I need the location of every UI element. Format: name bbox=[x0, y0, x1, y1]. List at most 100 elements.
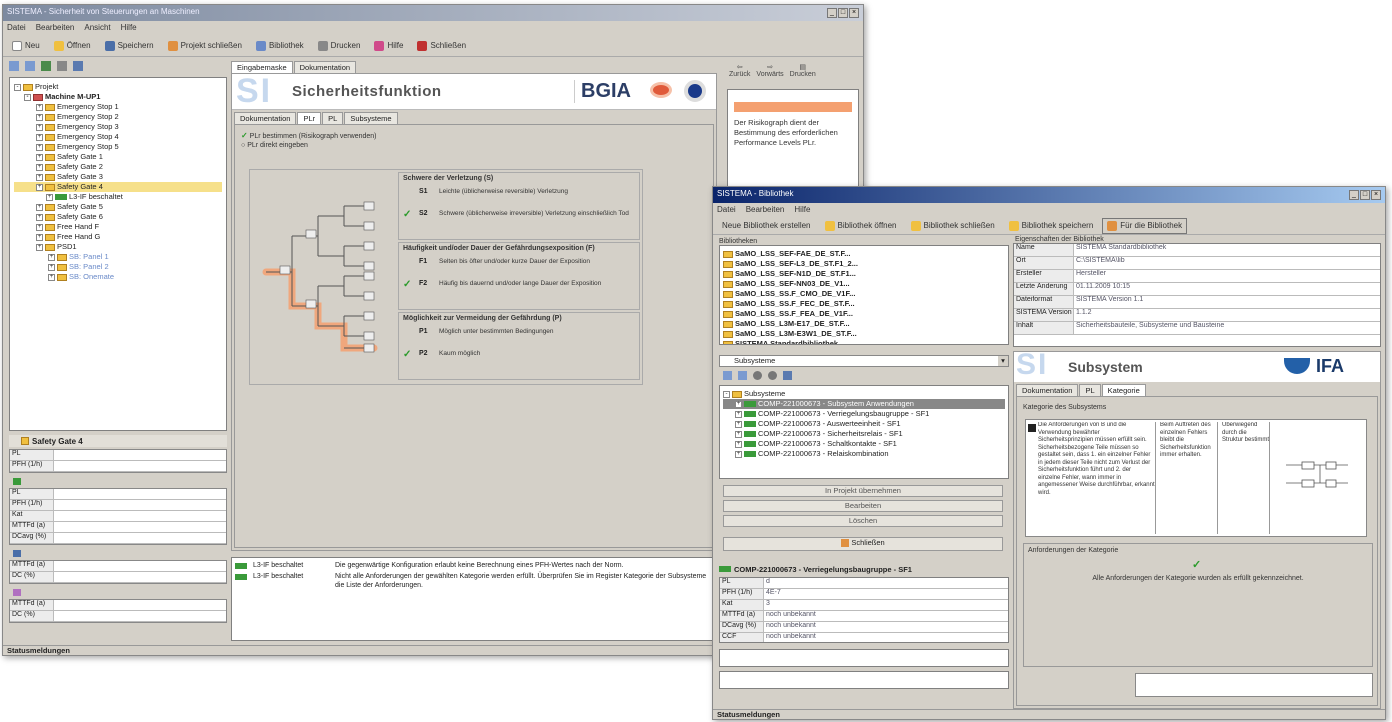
lib-expand-icon[interactable] bbox=[723, 371, 732, 380]
tree-machine[interactable]: - Machine M-UP1 bbox=[14, 92, 222, 102]
forward-button[interactable]: ⇨ Vorwärts bbox=[756, 63, 783, 83]
property-row[interactable]: SISTEMA Version 1.1.2 bbox=[1014, 309, 1380, 322]
field-row[interactable]: PL bbox=[10, 450, 226, 461]
detail-row[interactable]: PFH (1/h) 4E-7 bbox=[720, 589, 1008, 600]
lib-refresh-icon[interactable] bbox=[783, 371, 792, 380]
message-row[interactable]: L3-IF beschaltet Nicht alle Anforderungen… bbox=[235, 572, 713, 590]
subsystem-tree-root[interactable]: - Subsysteme bbox=[723, 389, 1005, 399]
new-button[interactable]: Neu bbox=[7, 38, 45, 54]
field-row[interactable]: PFH (1/h) bbox=[10, 500, 226, 511]
apply-to-project-button[interactable]: In Projekt übernehmen bbox=[723, 485, 1003, 497]
collapse-icon[interactable] bbox=[25, 61, 35, 71]
field-row[interactable]: Kat bbox=[10, 511, 226, 522]
tree-item[interactable]: + Safety Gate 1 bbox=[14, 152, 222, 162]
tree-item[interactable]: + Emergency Stop 4 bbox=[14, 132, 222, 142]
field-row[interactable]: PL bbox=[10, 489, 226, 500]
subsystem-item[interactable]: + COMP-221000673 - Sicherheitsrelais - SF… bbox=[723, 429, 1005, 439]
detail-row[interactable]: CCF noch unbekannt bbox=[720, 633, 1008, 642]
subsystem-tab-documentation[interactable]: Dokumentation bbox=[1016, 384, 1079, 396]
field-row[interactable]: DC (%) bbox=[10, 611, 226, 622]
close-icon[interactable]: × bbox=[1371, 190, 1381, 200]
library-file[interactable]: SaMO_LSS_L3M-E17_DE_ST.F... bbox=[723, 319, 1005, 329]
close-library-button[interactable]: Bibliothek schließen bbox=[906, 218, 1000, 234]
expand-icon[interactable] bbox=[9, 61, 19, 71]
tree-item[interactable]: + SB: Panel 1 bbox=[14, 252, 222, 262]
library-file[interactable]: SaMO_LSS_SEF-FAE_DE_ST.F... bbox=[723, 249, 1005, 259]
risk-option[interactable]: ✓ S2 Schwere (üblicherweise irreversible) … bbox=[403, 210, 635, 226]
property-row[interactable]: Inhalt Sicherheitsbauteile, Subsysteme un… bbox=[1014, 322, 1380, 335]
library-file[interactable]: SaMO_LSS_SS.F_FEA_DE_V1F... bbox=[723, 309, 1005, 319]
save-library-button[interactable]: Bibliothek speichern bbox=[1004, 218, 1099, 234]
subtab-plr[interactable]: PLr bbox=[297, 112, 322, 124]
field-row[interactable]: DCavg (%) bbox=[10, 533, 226, 544]
subtab-subsystems[interactable]: Subsysteme bbox=[344, 112, 398, 124]
delete-icon[interactable] bbox=[57, 61, 67, 71]
tree-root[interactable]: - Projekt bbox=[14, 82, 222, 92]
library-file[interactable]: SaMO_LSS_SEF-NN03_DE_V1... bbox=[723, 279, 1005, 289]
minimize-icon[interactable]: _ bbox=[1349, 190, 1359, 200]
close-library-panel-button[interactable]: Schließen bbox=[723, 537, 1003, 551]
menu-help[interactable]: Hilfe bbox=[121, 23, 137, 33]
subsystem-item[interactable]: + COMP-221000673 - Subsystem Anwendungen bbox=[723, 399, 1005, 409]
subsystem-dropdown[interactable]: Subsysteme ▾ bbox=[719, 355, 1009, 367]
library-file[interactable]: SaMO_LSS_SEF-L3_DE_ST.F1_2... bbox=[723, 259, 1005, 269]
tree-item[interactable]: + SB: Panel 2 bbox=[14, 262, 222, 272]
property-row[interactable]: Letzte Änderung 01.11.2009 10:15 bbox=[1014, 283, 1380, 296]
subsystem-item[interactable]: + COMP-221000673 - Auswerteeinheit - SF1 bbox=[723, 419, 1005, 429]
tree-item[interactable]: + L3-IF beschaltet bbox=[14, 192, 222, 202]
field-row[interactable]: PFH (1/h) bbox=[10, 461, 226, 472]
risk-option[interactable]: ✓ P2 Kaum möglich bbox=[403, 350, 635, 366]
subsystem-tab-pl[interactable]: PL bbox=[1079, 384, 1101, 396]
library-file[interactable]: SaMO_LSS_SS.F_CMO_DE_V1F... bbox=[723, 289, 1005, 299]
print-button[interactable]: Drucken bbox=[313, 38, 366, 54]
library-file[interactable]: SaMO_LSS_SEF-N1D_DE_ST.F1... bbox=[723, 269, 1005, 279]
risk-option[interactable]: P1 Möglich unter bestimmten Bedingungen bbox=[403, 328, 635, 344]
property-row[interactable]: Ersteller Hersteller bbox=[1014, 270, 1380, 283]
detail-row[interactable]: PL d bbox=[720, 578, 1008, 589]
tree-item[interactable]: + Safety Gate 3 bbox=[14, 172, 222, 182]
maximize-icon[interactable]: □ bbox=[838, 8, 848, 18]
property-row[interactable]: Ort C:\SISTEMA\lib bbox=[1014, 257, 1380, 270]
detail-row[interactable]: DCavg (%) noch unbekannt bbox=[720, 622, 1008, 633]
close-button[interactable]: Schließen bbox=[412, 38, 471, 54]
for-library-button[interactable]: Für die Bibliothek bbox=[1102, 217, 1188, 234]
notes-field[interactable] bbox=[1135, 673, 1373, 697]
tree-item[interactable]: + Safety Gate 6 bbox=[14, 212, 222, 222]
open-library-button[interactable]: Bibliothek öffnen bbox=[820, 218, 902, 234]
open-button[interactable]: Öffnen bbox=[49, 38, 96, 54]
tree-item[interactable]: + Emergency Stop 2 bbox=[14, 112, 222, 122]
delete-button[interactable]: Löschen bbox=[723, 515, 1003, 527]
lib-collapse-icon[interactable] bbox=[738, 371, 747, 380]
refresh-icon[interactable] bbox=[73, 61, 83, 71]
tree-item[interactable]: + Safety Gate 2 bbox=[14, 162, 222, 172]
lib-delete-icon[interactable] bbox=[768, 371, 777, 380]
risk-option[interactable]: S1 Leichte (üblicherweise reversible) Ver… bbox=[403, 188, 635, 204]
radio-use-risk-graph[interactable]: ✓ PLr bestimmen (Risikograph verwenden) bbox=[241, 131, 377, 141]
subsystem-tab-category[interactable]: Kategorie bbox=[1101, 384, 1146, 396]
save-button[interactable]: Speichern bbox=[100, 38, 159, 54]
lib-add-icon[interactable] bbox=[753, 371, 762, 380]
new-library-button[interactable]: Neue Bibliothek erstellen bbox=[717, 218, 816, 233]
message-row[interactable]: L3-IF beschaltet Die gegenwärtige Konfigu… bbox=[235, 561, 713, 570]
subsystem-item[interactable]: + COMP-221000673 - Verriegelungsbaugruppe… bbox=[723, 409, 1005, 419]
menu-view[interactable]: Ansicht bbox=[84, 23, 110, 33]
tree-item[interactable]: + Safety Gate 4 bbox=[14, 182, 222, 192]
subsystem-item[interactable]: + COMP-221000673 - Schaltkontakte - SF1 bbox=[723, 439, 1005, 449]
field-row[interactable]: MTTFd (a) bbox=[10, 600, 226, 611]
menu-edit[interactable]: Bearbeiten bbox=[36, 23, 75, 33]
minimize-icon[interactable]: _ bbox=[827, 8, 837, 18]
field-row[interactable]: DC (%) bbox=[10, 572, 226, 583]
radio-direct-entry[interactable]: ○ PLr direkt eingeben bbox=[241, 141, 308, 150]
detail-row[interactable]: MTTFd (a) noch unbekannt bbox=[720, 611, 1008, 622]
library-file[interactable]: SaMO_LSS_L3M-E3W1_DE_ST.F... bbox=[723, 329, 1005, 339]
risk-option[interactable]: F1 Selten bis öfter und/oder kurze Dauer … bbox=[403, 258, 635, 274]
risk-option[interactable]: ✓ F2 Häufig bis dauernd und/oder lange Dau… bbox=[403, 280, 635, 296]
subsystem-item[interactable]: + COMP-221000673 - Relaiskombination bbox=[723, 449, 1005, 459]
maximize-icon[interactable]: □ bbox=[1360, 190, 1370, 200]
back-button[interactable]: ⇦ Zurück bbox=[729, 63, 750, 83]
tree-item[interactable]: + Emergency Stop 5 bbox=[14, 142, 222, 152]
field-row[interactable]: MTTFd (a) bbox=[10, 522, 226, 533]
field-row[interactable]: MTTFd (a) bbox=[10, 561, 226, 572]
tree-item[interactable]: + Free Hand G bbox=[14, 232, 222, 242]
edit-button[interactable]: Bearbeiten bbox=[723, 500, 1003, 512]
